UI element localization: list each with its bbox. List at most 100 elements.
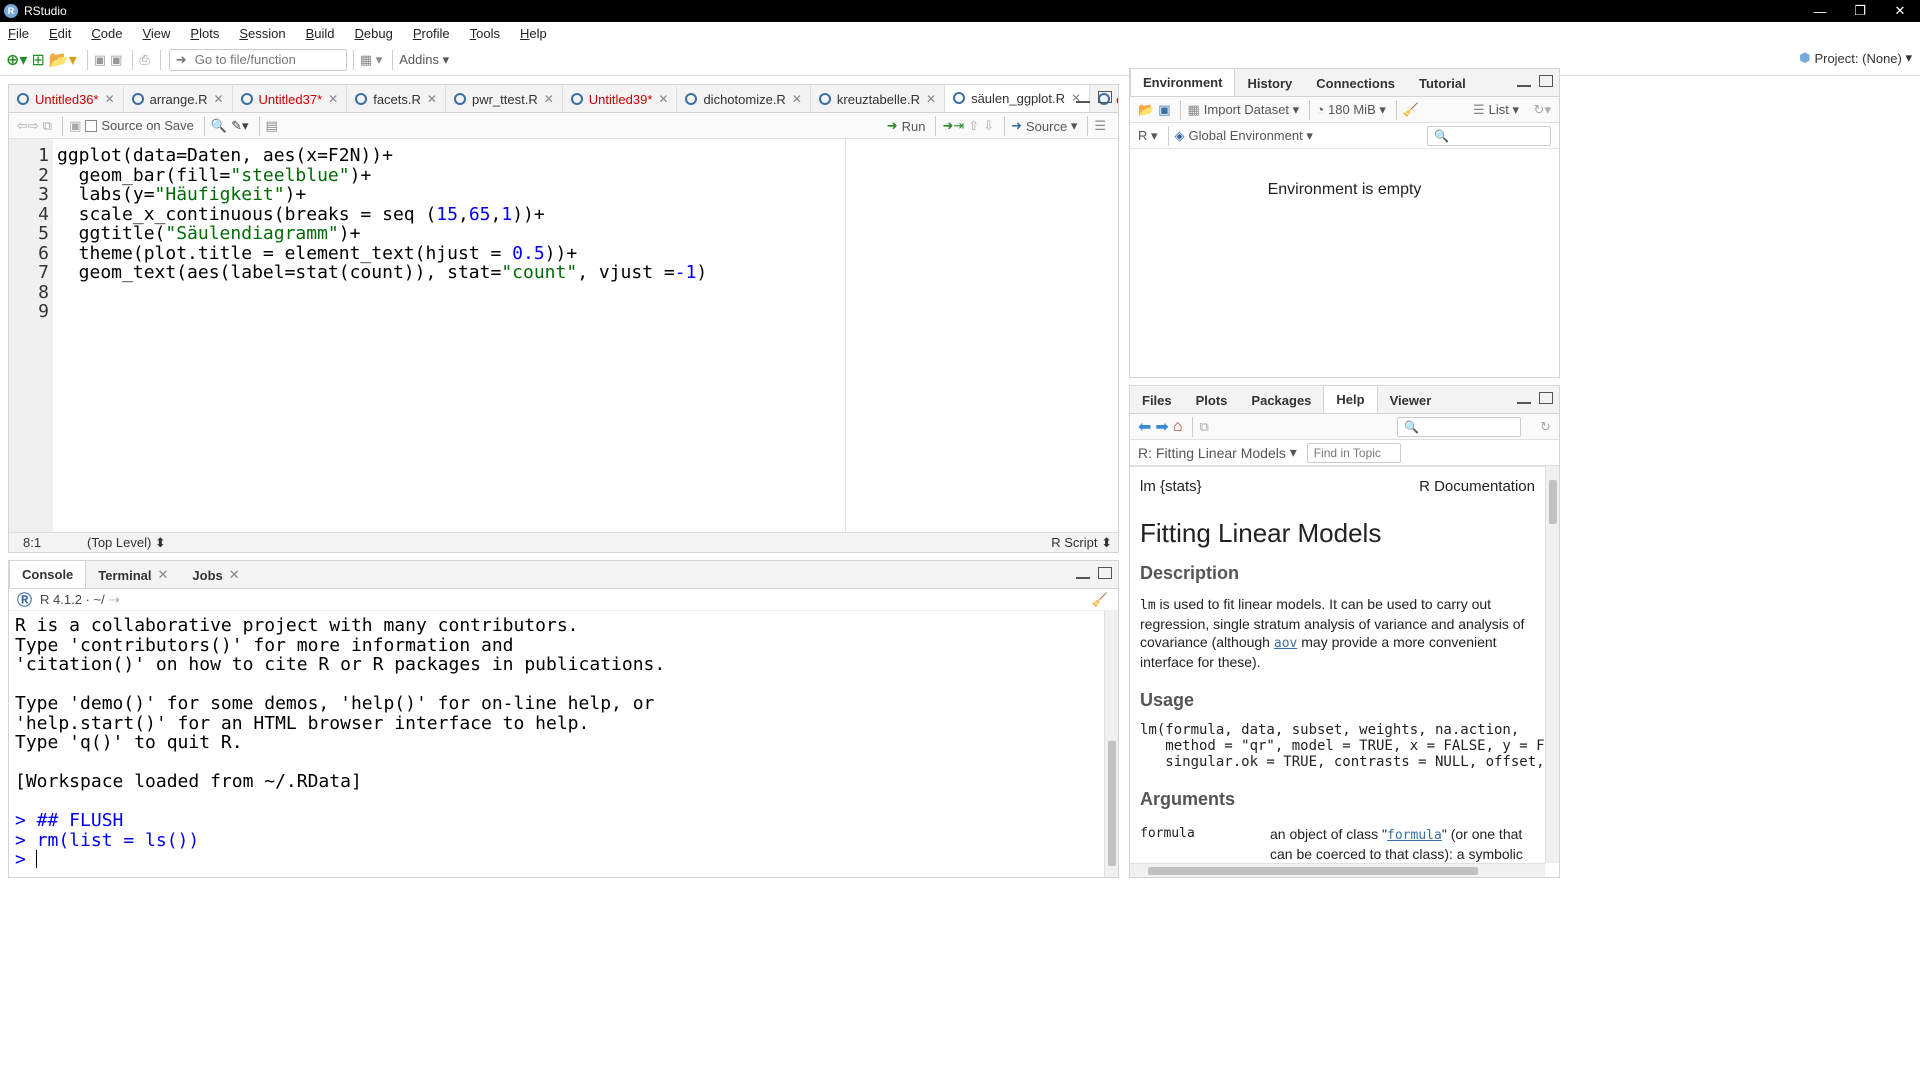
grid-layout-icon[interactable]: ▦ ▾ <box>360 49 382 71</box>
source-button[interactable]: ➜ Source ▾ <box>1011 115 1077 137</box>
minimize-button[interactable]: — <box>1800 0 1840 22</box>
help-hscrollbar[interactable] <box>1130 863 1545 877</box>
forward-icon[interactable]: ➡ <box>1155 416 1168 438</box>
formula-link[interactable]: formula <box>1387 828 1442 843</box>
back-arrow-icon[interactable]: ⇦⇨ <box>17 115 39 137</box>
menu-edit[interactable]: Edit <box>49 26 71 41</box>
help-document[interactable]: lm {stats} R Documentation Fitting Linea… <box>1130 466 1545 863</box>
close-tab-icon[interactable]: ✕ <box>105 92 115 106</box>
save-icon[interactable]: ▣ <box>94 49 106 71</box>
new-project-icon[interactable]: ⊞ <box>31 49 44 71</box>
help-search-input[interactable]: 🔍 <box>1397 416 1521 437</box>
tab-history[interactable]: History <box>1235 70 1304 96</box>
memory-usage-button[interactable]: ◔ 180 MiB ▾ <box>1316 99 1386 121</box>
editor-tab[interactable]: Untitled36* ✕ <box>9 86 124 112</box>
import-dataset-button[interactable]: ▦ Import Dataset ▾ <box>1187 99 1299 121</box>
tab-help[interactable]: Help <box>1323 386 1378 413</box>
editor-tab[interactable]: kreuztabelle.R ✕ <box>811 86 946 112</box>
maximize-pane-icon[interactable] <box>1098 567 1112 579</box>
close-tab-icon[interactable]: ✕ <box>926 92 936 106</box>
magic-wand-icon[interactable]: ✎▾ <box>231 115 248 137</box>
editor-tab[interactable]: säulen_ggplot.R ✕ <box>945 85 1091 112</box>
clear-console-icon[interactable]: 🧹 <box>1092 592 1108 608</box>
close-tab-icon[interactable]: ✕ <box>213 92 223 106</box>
new-file-icon[interactable]: ⊕▾ <box>6 49 27 71</box>
find-in-topic-input[interactable]: Find in Topic <box>1306 442 1401 463</box>
compile-report-icon[interactable]: ▤ <box>266 115 278 137</box>
menu-build[interactable]: Build <box>306 26 335 41</box>
close-tab-icon[interactable]: ✕ <box>658 92 668 106</box>
file-type-selector[interactable]: R Script ⬍ <box>1051 535 1112 551</box>
menu-help[interactable]: Help <box>520 26 547 41</box>
tab-terminal[interactable]: Terminal ✕ <box>86 562 180 588</box>
close-window-button[interactable]: ✕ <box>1880 0 1920 22</box>
broom-icon[interactable]: 🧹 <box>1403 99 1419 121</box>
close-icon[interactable]: ✕ <box>158 567 169 583</box>
close-tab-icon[interactable]: ✕ <box>544 92 554 106</box>
outline-icon[interactable]: ☰ <box>1094 115 1106 137</box>
tab-tutorial[interactable]: Tutorial <box>1407 70 1478 96</box>
tab-console[interactable]: Console <box>9 561 87 588</box>
menu-debug[interactable]: Debug <box>355 26 393 41</box>
save-workspace-icon[interactable]: ▣ <box>1158 99 1170 121</box>
refresh-icon[interactable]: ↻▾ <box>1534 99 1551 121</box>
aov-link[interactable]: aov <box>1274 636 1297 651</box>
editor-tab[interactable]: Untitled39* ✕ <box>563 86 678 112</box>
console-scrollbar[interactable] <box>1104 611 1118 877</box>
code-area[interactable]: ggplot(data=Daten, aes(x=F2N))+ geom_bar… <box>9 139 1118 532</box>
tab-packages[interactable]: Packages <box>1239 387 1323 413</box>
menu-view[interactable]: View <box>142 26 170 41</box>
menu-session[interactable]: Session <box>239 26 285 41</box>
addins-button[interactable]: Addins ▾ <box>399 49 449 71</box>
maximize-pane-icon[interactable] <box>1539 392 1553 404</box>
environment-search-input[interactable]: 🔍 <box>1427 125 1551 146</box>
editor-tab[interactable]: dichotomize.R ✕ <box>677 86 811 112</box>
print-icon[interactable]: ⎙ <box>139 49 149 71</box>
down-arrow-icon[interactable]: ⇩ <box>983 115 994 137</box>
maximize-pane-icon[interactable] <box>1539 75 1553 87</box>
save-doc-icon[interactable]: ▣ <box>69 115 81 137</box>
minimize-pane-icon[interactable] <box>1076 99 1090 103</box>
close-tab-icon[interactable]: ✕ <box>328 92 338 106</box>
tab-viewer[interactable]: Viewer <box>1378 387 1444 413</box>
show-in-window-icon[interactable]: ⧉ <box>1199 416 1208 438</box>
tab-plots[interactable]: Plots <box>1184 387 1240 413</box>
view-mode-selector[interactable]: ☰ List ▾ <box>1473 99 1519 121</box>
menu-profile[interactable]: Profile <box>413 26 450 41</box>
search-icon[interactable]: 🔍 <box>211 115 227 137</box>
open-file-icon[interactable]: 📂▾ <box>49 49 77 71</box>
help-topic-dropdown[interactable]: R: Fitting Linear Models ▾ <box>1138 442 1297 464</box>
menu-tools[interactable]: Tools <box>470 26 500 41</box>
minimize-pane-icon[interactable] <box>1517 400 1531 404</box>
close-icon[interactable]: ✕ <box>229 567 240 583</box>
refresh-icon[interactable]: ↻ <box>1540 416 1551 438</box>
project-menu[interactable]: ⬢ Project: (None) ▾ <box>1799 50 1912 66</box>
menu-plots[interactable]: Plots <box>190 26 219 41</box>
show-in-window-icon[interactable]: ⧉ <box>43 115 52 137</box>
console-output[interactable]: R is a collaborative project with many c… <box>9 611 1104 877</box>
up-arrow-icon[interactable]: ⇧ <box>968 115 979 137</box>
minimize-pane-icon[interactable] <box>1517 83 1531 87</box>
run-button[interactable]: ➜ Run <box>887 115 926 137</box>
editor-tab[interactable]: pwr_ttest.R ✕ <box>446 86 563 112</box>
back-icon[interactable]: ⬅ <box>1138 416 1151 438</box>
editor-tab[interactable]: Untitled37* ✕ <box>233 86 348 112</box>
tab-jobs[interactable]: Jobs ✕ <box>180 562 251 588</box>
close-tab-icon[interactable]: ✕ <box>427 92 437 106</box>
rerun-icon[interactable]: ➜⇥ <box>942 115 964 137</box>
tab-environment[interactable]: Environment <box>1130 69 1236 96</box>
home-icon[interactable]: ⌂ <box>1173 416 1183 438</box>
minimize-pane-icon[interactable] <box>1076 575 1090 579</box>
scope-selector[interactable]: (Top Level) ⬍ <box>87 535 166 551</box>
language-selector[interactable]: R ▾ <box>1138 125 1158 147</box>
close-tab-icon[interactable]: ✕ <box>792 92 802 106</box>
maximize-pane-icon[interactable] <box>1098 91 1112 103</box>
editor-tab[interactable]: arrange.R ✕ <box>124 86 233 112</box>
goto-dir-icon[interactable]: ⇢ <box>109 592 120 608</box>
tab-connections[interactable]: Connections <box>1304 70 1407 96</box>
editor-tab[interactable]: facets.R ✕ <box>347 86 446 112</box>
menu-code[interactable]: Code <box>91 26 122 41</box>
help-vscrollbar[interactable] <box>1545 466 1559 863</box>
tab-files[interactable]: Files <box>1130 387 1184 413</box>
save-all-icon[interactable]: ▣ <box>110 49 122 71</box>
